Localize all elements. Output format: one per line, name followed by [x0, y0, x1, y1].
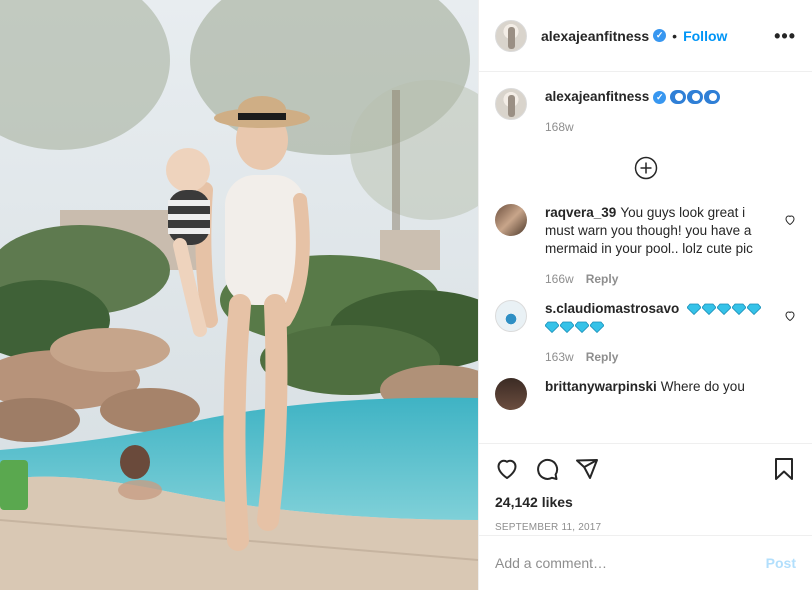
gem-emoji-icon [717, 304, 732, 316]
caption-text: alexajeanfitness ✓ [545, 88, 796, 106]
comment-button[interactable] [535, 457, 559, 481]
comment-item: brittanywarpinski Where do you [495, 378, 796, 410]
verified-icon: ✓ [653, 29, 667, 42]
comment-timestamp: 166w [545, 272, 574, 286]
commenter-avatar[interactable] [495, 204, 527, 236]
gem-emoji-icon [590, 322, 604, 334]
post-date[interactable]: September 11, 2017 [479, 522, 812, 533]
wave-emoji-icon [704, 90, 721, 105]
gem-emoji-icon [575, 322, 589, 334]
comment-text: raqvera_39 You guys look great i must war… [545, 204, 772, 258]
gem-emoji-icon [560, 322, 574, 334]
comment-item: s.claudiomastrosavo 163w Reply [495, 300, 796, 364]
post-photo[interactable] [0, 0, 478, 590]
comment-text: s.claudiomastrosavo [545, 300, 772, 336]
gem-emoji-icon [545, 322, 559, 334]
comment-icon [537, 458, 559, 480]
comment-like-heart-icon[interactable] [784, 310, 796, 322]
comment-meta: 166w Reply [545, 272, 772, 286]
plus-circle-icon [634, 156, 657, 180]
author-avatar[interactable] [495, 19, 527, 52]
comments-list[interactable]: alexajeanfitness ✓ 168w raqvera_39 You guy… [479, 72, 812, 444]
post-comment-button[interactable]: Post [766, 555, 796, 571]
gem-emoji-icon [687, 304, 702, 316]
gem-emoji-icon [702, 304, 717, 316]
heart-icon [497, 459, 517, 479]
reply-button[interactable]: Reply [586, 350, 619, 364]
comment-input[interactable] [495, 555, 766, 571]
comment-item: raqvera_39 You guys look great i must war… [495, 204, 796, 286]
caption: alexajeanfitness ✓ 168w [495, 88, 796, 134]
follow-button[interactable]: Follow [683, 28, 727, 44]
caption-username[interactable]: alexajeanfitness [545, 89, 649, 104]
caption-timestamp: 168w [545, 120, 574, 134]
commenter-username[interactable]: brittanywarpinski [545, 379, 657, 394]
more-icon[interactable]: ••• [774, 27, 796, 45]
separator-dot: • [672, 27, 678, 44]
load-more-comments-button[interactable] [495, 156, 796, 180]
likes-count[interactable]: 24,142 likes [479, 494, 812, 510]
gem-emoji-icon [747, 304, 762, 316]
reply-button[interactable]: Reply [586, 272, 619, 286]
wave-emoji-icon [687, 90, 704, 105]
gem-emoji-icon [732, 304, 747, 316]
photo-illustration [0, 0, 478, 590]
add-comment-bar: Post [479, 535, 812, 590]
save-button[interactable] [772, 457, 796, 481]
caption-avatar[interactable] [495, 88, 527, 120]
commenter-avatar[interactable] [495, 378, 527, 410]
commenter-username[interactable]: raqvera_39 [545, 205, 616, 220]
caption-meta: 168w [545, 120, 796, 134]
comment-body: Where do you [660, 379, 745, 394]
comment-meta: 163w Reply [545, 350, 772, 364]
comment-like-heart-icon[interactable] [784, 214, 796, 226]
post-side-panel: alexajeanfitness ✓ • Follow ••• alexajea… [478, 0, 812, 590]
commenter-username[interactable]: s.claudiomastrosavo [545, 301, 679, 316]
commenter-avatar[interactable] [495, 300, 527, 332]
action-bar [479, 444, 812, 494]
author-username[interactable]: alexajeanfitness [541, 28, 649, 44]
share-button[interactable] [575, 457, 599, 481]
comment-text: brittanywarpinski Where do you [545, 378, 772, 396]
wave-emoji-icon [670, 90, 687, 105]
post-header: alexajeanfitness ✓ • Follow ••• [479, 0, 812, 72]
verified-icon: ✓ [653, 90, 667, 104]
comment-timestamp: 163w [545, 350, 574, 364]
like-button[interactable] [495, 457, 519, 481]
share-icon [576, 459, 598, 479]
bookmark-icon [775, 458, 793, 480]
